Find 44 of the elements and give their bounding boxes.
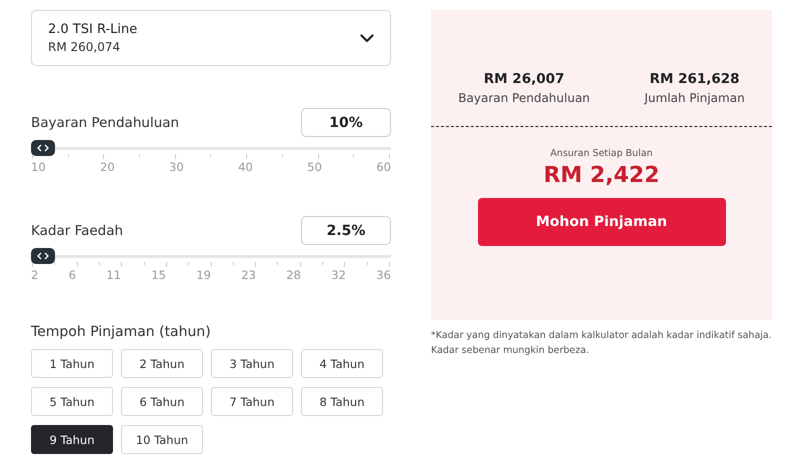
apply-loan-button[interactable]: Mohon Pinjaman	[478, 198, 726, 246]
chevron-down-icon	[360, 34, 374, 42]
variant-name: 2.0 TSI R-Line	[48, 22, 138, 37]
tick-label: 28	[286, 268, 301, 282]
disclaimer-text: *Kadar yang dinyatakan dalam kalkulator adalah kadar indikatif sahaja. Kadar sebenar mungkin berbeza.	[431, 329, 772, 358]
monthly-value: RM 2,422	[543, 163, 660, 188]
variant-select[interactable]: 2.0 TSI R-Line RM 260,074	[31, 10, 391, 66]
stat-label: Bayaran Pendahuluan	[458, 91, 590, 105]
stat-label: Jumlah Pinjaman	[644, 91, 745, 105]
tick-label: 40	[238, 160, 253, 174]
tick-label: 30	[169, 160, 184, 174]
tick-label: 6	[68, 268, 76, 282]
value-field[interactable]: 2.5%	[301, 216, 391, 245]
tick-label: 11	[106, 268, 121, 282]
tick-label: 60	[376, 160, 391, 174]
tick-label: 20	[100, 160, 115, 174]
tick-label: 19	[196, 268, 211, 282]
monthly-label: Ansuran Setiap Bulan	[550, 148, 653, 159]
tick-label: 10	[31, 160, 46, 174]
variant-price: RM 260,074	[48, 40, 122, 54]
stat-value: RM 261,628	[650, 71, 740, 87]
slider-handle[interactable]	[31, 248, 55, 264]
tenure-option[interactable]: 7 Tahun	[211, 387, 293, 416]
tick-label: 2	[31, 268, 38, 282]
tenure-option[interactable]: 4 Tahun	[301, 349, 383, 378]
tenure-option[interactable]: 8 Tahun	[301, 387, 383, 416]
tenure-option[interactable]: 6 Tahun	[121, 387, 203, 416]
tick-label: 50	[307, 160, 322, 174]
tick-label: 36	[376, 268, 391, 282]
tick-label: 23	[241, 268, 256, 282]
tenure-option[interactable]: 9 Tahun	[31, 425, 113, 454]
tick-label: 15	[151, 268, 166, 282]
tenure-label: Tempoh Pinjaman (tahun)	[31, 324, 212, 340]
tenure-option[interactable]: 2 Tahun	[121, 349, 203, 378]
tenure-option[interactable]: 3 Tahun	[211, 349, 293, 378]
tenure-option[interactable]: 1 Tahun	[31, 349, 113, 378]
value-field[interactable]: 10%	[301, 108, 391, 137]
slider-handle[interactable]	[31, 140, 55, 156]
tick-label: 32	[331, 268, 346, 282]
slider-label: Bayaran Pendahuluan	[31, 114, 180, 130]
tenure-option[interactable]: 10 Tahun	[121, 425, 203, 454]
tenure-option[interactable]: 5 Tahun	[31, 387, 113, 416]
stat-value: RM 26,007	[484, 71, 564, 87]
slider-label: Kadar Faedah	[31, 222, 124, 238]
